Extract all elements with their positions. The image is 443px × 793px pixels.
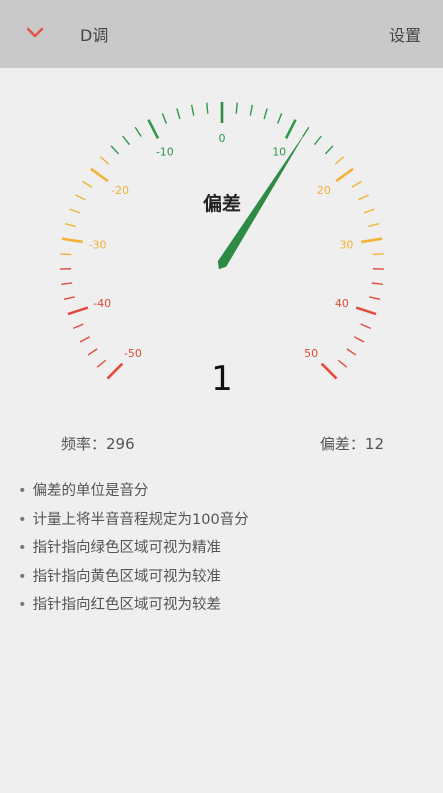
minor-tick [249,104,254,116]
minor-tick [110,145,120,155]
minor-tick [134,126,142,137]
minor-tick [75,194,86,201]
minor-tick [313,135,322,146]
note-text: 偏差的单位是音分 [32,483,149,499]
minor-tick [372,253,384,256]
minor-tick [73,323,84,329]
major-tick [61,237,83,244]
minor-tick [324,145,334,155]
minor-tick [369,296,381,301]
note-text: 指针指向红色区域可视为较差 [32,597,222,613]
minor-tick [346,348,357,356]
major-tick [67,306,89,316]
minor-tick [276,113,283,124]
gauge-label: 偏差 [203,192,241,215]
minor-tick [371,282,383,285]
minor-tick [176,108,181,120]
tuner-gauge: -50 -40 -30 -20 -10 0 10 20 30 40 50 偏差 1 [60,102,384,399]
minor-tick [190,104,195,116]
major-tick [320,362,338,380]
minor-tick [161,113,168,124]
settings-button[interactable]: 设置 [389,22,421,46]
note-text: 指针指向绿色区域可视为精准 [32,540,222,556]
note-item: • 计量上将半音音程规定为100音分 [18,509,249,538]
minor-tick [337,359,348,368]
minor-tick [69,208,81,214]
minor-tick [235,102,238,114]
major-tick [147,119,160,139]
minor-tick [334,156,344,165]
major-tick [361,237,383,244]
bullet: • [18,568,27,585]
minor-tick [368,223,380,228]
tick-label: -20 [111,184,129,197]
tick-label: 30 [339,238,353,251]
note-item: • 指针指向红色区域可视为较差 [18,594,249,623]
minor-tick [360,323,371,329]
major-tick [284,119,297,139]
top-bar: D调 设置 [0,0,443,68]
frequency-readout: 频率：296 [61,435,135,453]
tick-label: -30 [89,238,107,251]
chevron-down-icon [26,27,44,38]
page-title: D调 [80,26,109,45]
gauge-reading: 1 [211,359,233,399]
deviation-readout: 偏差：12 [319,435,384,453]
minor-tick [353,336,365,343]
minor-tick [263,108,268,120]
bullet: • [18,511,27,528]
minor-tick [358,194,369,201]
bullet: • [18,597,27,613]
minor-tick [122,135,131,146]
major-tick [90,167,109,183]
minor-tick [87,348,98,356]
note-item: • 指针指向黄色区域可视为较准 [18,566,249,595]
note-item: • 指针指向绿色区域可视为精准 [18,537,249,566]
minor-tick [363,208,375,214]
major-tick [355,306,377,316]
note-text: 计量上将半音音程规定为100音分 [32,511,249,528]
tick-label: 20 [317,184,331,197]
tick-label: 40 [335,297,349,310]
gauge-tick-labels: -50 -40 -30 -20 -10 0 10 20 30 40 50 [89,132,354,360]
minor-tick [64,223,76,228]
minor-tick [61,282,73,285]
notes-list: • 偏差的单位是音分 • 计量上将半音音程规定为100音分 • 指针指向绿色区域可视为精准… [18,480,249,623]
tick-label: 0 [219,132,226,145]
tick-label: 50 [304,347,318,360]
tick-label: -10 [156,146,174,159]
minor-tick [100,156,110,165]
minor-tick [79,336,91,343]
minor-tick [96,359,107,368]
minor-tick [351,180,362,188]
note-text: 指针指向黄色区域可视为较准 [32,568,222,585]
tick-label: -40 [93,297,111,310]
bullet: • [18,540,27,556]
minor-tick [206,102,209,114]
tick-label: 10 [272,146,286,159]
minor-tick [63,296,75,301]
tick-label: -50 [124,347,142,360]
minor-tick [60,253,72,256]
major-tick [335,167,354,183]
minor-tick [82,180,93,188]
bullet: • [18,483,27,499]
note-item: • 偏差的单位是音分 [18,480,249,509]
back-button[interactable] [22,20,48,46]
major-tick [106,362,124,380]
